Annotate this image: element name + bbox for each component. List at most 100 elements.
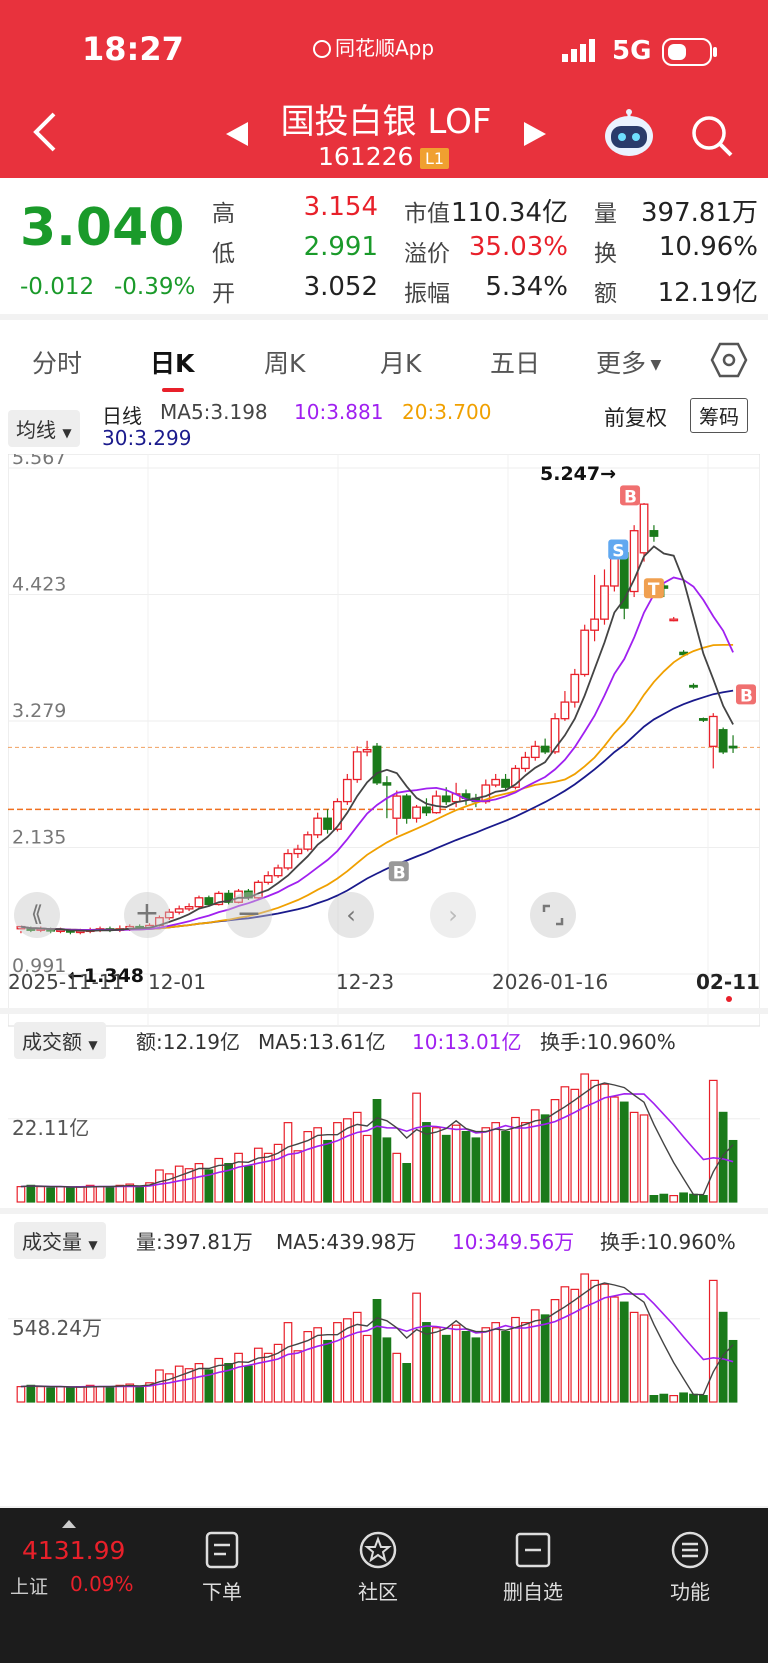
- indicator-select[interactable]: 均线 ▼: [8, 410, 80, 447]
- volume-bar: [155, 1169, 164, 1203]
- nav-remove-watchlist[interactable]: 删自选: [473, 1576, 593, 1605]
- bottom-bar: 4131.99 上证 0.09% 下单 社区 删自选 功能: [0, 1508, 768, 1663]
- volume-bar: [708, 1279, 718, 1403]
- back-button[interactable]: [30, 110, 60, 158]
- nav-function[interactable]: 功能: [630, 1576, 750, 1605]
- candle-body: [580, 629, 590, 676]
- volume-bar: [659, 1193, 669, 1203]
- ma10-legend: 10:3.881: [294, 400, 384, 424]
- amount-select[interactable]: 成交额 ▼: [14, 1022, 106, 1059]
- volume-bar: [293, 1350, 303, 1403]
- next-stock-button[interactable]: [522, 120, 548, 152]
- signal-icon: [562, 38, 602, 66]
- candle-body: [402, 795, 412, 819]
- volume-bar: [115, 1384, 125, 1403]
- price-change-pct: -0.39%: [114, 274, 196, 300]
- volume-bar: [600, 1283, 609, 1403]
- tab-five-day[interactable]: 五日: [490, 344, 540, 380]
- tab-intraday[interactable]: 分时: [32, 344, 82, 380]
- volume-bar: [16, 1186, 26, 1203]
- volume-bar: [669, 1395, 679, 1403]
- section-divider: [0, 1208, 768, 1214]
- volume-bar: [283, 1322, 293, 1403]
- amount-chart[interactable]: [8, 1056, 760, 1206]
- index-value[interactable]: 4131.99: [22, 1536, 125, 1565]
- nav-community[interactable]: 社区: [318, 1576, 438, 1605]
- amount-turnover: 换手:10.960%: [540, 1030, 676, 1054]
- volume-bar: [451, 1324, 461, 1403]
- volume-bar: [36, 1386, 46, 1403]
- volume-bar: [441, 1334, 451, 1403]
- robot-assistant-icon[interactable]: [602, 108, 656, 162]
- volume-bar: [718, 1311, 728, 1403]
- volume-bar: [95, 1186, 105, 1203]
- search-icon[interactable]: [690, 114, 734, 162]
- tab-monthly-k[interactable]: 月K: [380, 344, 421, 380]
- volume-bar: [461, 1130, 471, 1203]
- volume-bar: [234, 1352, 243, 1403]
- amount-ma10: 10:13.01亿: [412, 1030, 522, 1054]
- stock-code: 161226: [318, 142, 414, 171]
- settings-icon[interactable]: [710, 342, 748, 382]
- candle-body: [629, 530, 639, 593]
- fullscreen-button[interactable]: [530, 892, 576, 938]
- volume-chart[interactable]: [8, 1256, 760, 1406]
- candle-body: [708, 715, 718, 747]
- volume-bar: [619, 1101, 629, 1203]
- tab-more[interactable]: 更多 ▼: [596, 344, 661, 380]
- volume-bar: [234, 1152, 243, 1203]
- ma20-legend: 20:3.700: [402, 400, 492, 424]
- volume-bar: [372, 1298, 382, 1403]
- candle-body: [194, 897, 204, 908]
- status-time: 18:27: [82, 30, 184, 68]
- prev-stock-button[interactable]: [224, 120, 250, 152]
- kline-chart[interactable]: 5.5674.4233.2792.1350.9915.247→←1.348BST…: [8, 454, 760, 1030]
- volume-bar: [402, 1162, 412, 1203]
- chips-button[interactable]: 筹码: [690, 398, 748, 433]
- scroll-left-button[interactable]: ‹: [328, 892, 374, 938]
- stat-label: 高: [212, 201, 235, 227]
- volume-turnover: 换手:10.960%: [600, 1230, 736, 1254]
- chart-area: 均线 ▼ 日线 MA5:3.198 10:3.881 20:3.700 30:3…: [0, 396, 768, 1506]
- volume-bar: [679, 1392, 688, 1403]
- zoom-out-view-button[interactable]: ⟪: [14, 892, 60, 938]
- candle-body: [303, 834, 313, 850]
- tab-weekly-k[interactable]: 周K: [264, 344, 305, 380]
- x-tick-label: 12-01: [148, 970, 207, 994]
- x-tick-label: 02-11: [696, 970, 760, 994]
- volume-bar: [36, 1186, 46, 1203]
- candle-body: [342, 778, 352, 803]
- stat-value: 5.34%: [485, 272, 568, 302]
- zoom-out-button[interactable]: −: [226, 892, 272, 938]
- tab-daily-k[interactable]: 日K: [150, 344, 194, 380]
- volume-bar: [699, 1195, 708, 1203]
- scroll-right-button[interactable]: ›: [430, 892, 476, 938]
- volume-bar: [46, 1187, 55, 1203]
- volume-bar: [75, 1386, 85, 1403]
- volume-select[interactable]: 成交量 ▼: [14, 1222, 106, 1259]
- level-badge: L1: [420, 148, 450, 169]
- volume-bar: [95, 1386, 105, 1403]
- candle-body: [174, 908, 184, 913]
- volume-bar: [501, 1130, 510, 1203]
- zoom-in-button[interactable]: +: [124, 892, 170, 938]
- volume-bar: [649, 1395, 659, 1403]
- volume-bar: [441, 1134, 451, 1203]
- candle-body: [550, 718, 560, 753]
- volume-bar: [629, 1111, 639, 1203]
- volume-bar: [481, 1327, 491, 1403]
- candle-body: [689, 684, 698, 688]
- volume-bar: [491, 1122, 501, 1203]
- volume-bar: [412, 1292, 421, 1403]
- volume-bar: [174, 1365, 184, 1403]
- volume-bar: [244, 1365, 253, 1403]
- volume-bar: [16, 1386, 26, 1403]
- amount-value: 额:12.19亿: [136, 1030, 240, 1054]
- candle-body: [639, 503, 649, 554]
- volume-bar: [461, 1330, 471, 1403]
- volume-bar: [382, 1337, 392, 1403]
- volume-bar: [155, 1369, 164, 1403]
- candle-body: [431, 795, 441, 814]
- nav-order[interactable]: 下单: [162, 1576, 282, 1605]
- adjust-mode[interactable]: 前复权: [604, 402, 667, 432]
